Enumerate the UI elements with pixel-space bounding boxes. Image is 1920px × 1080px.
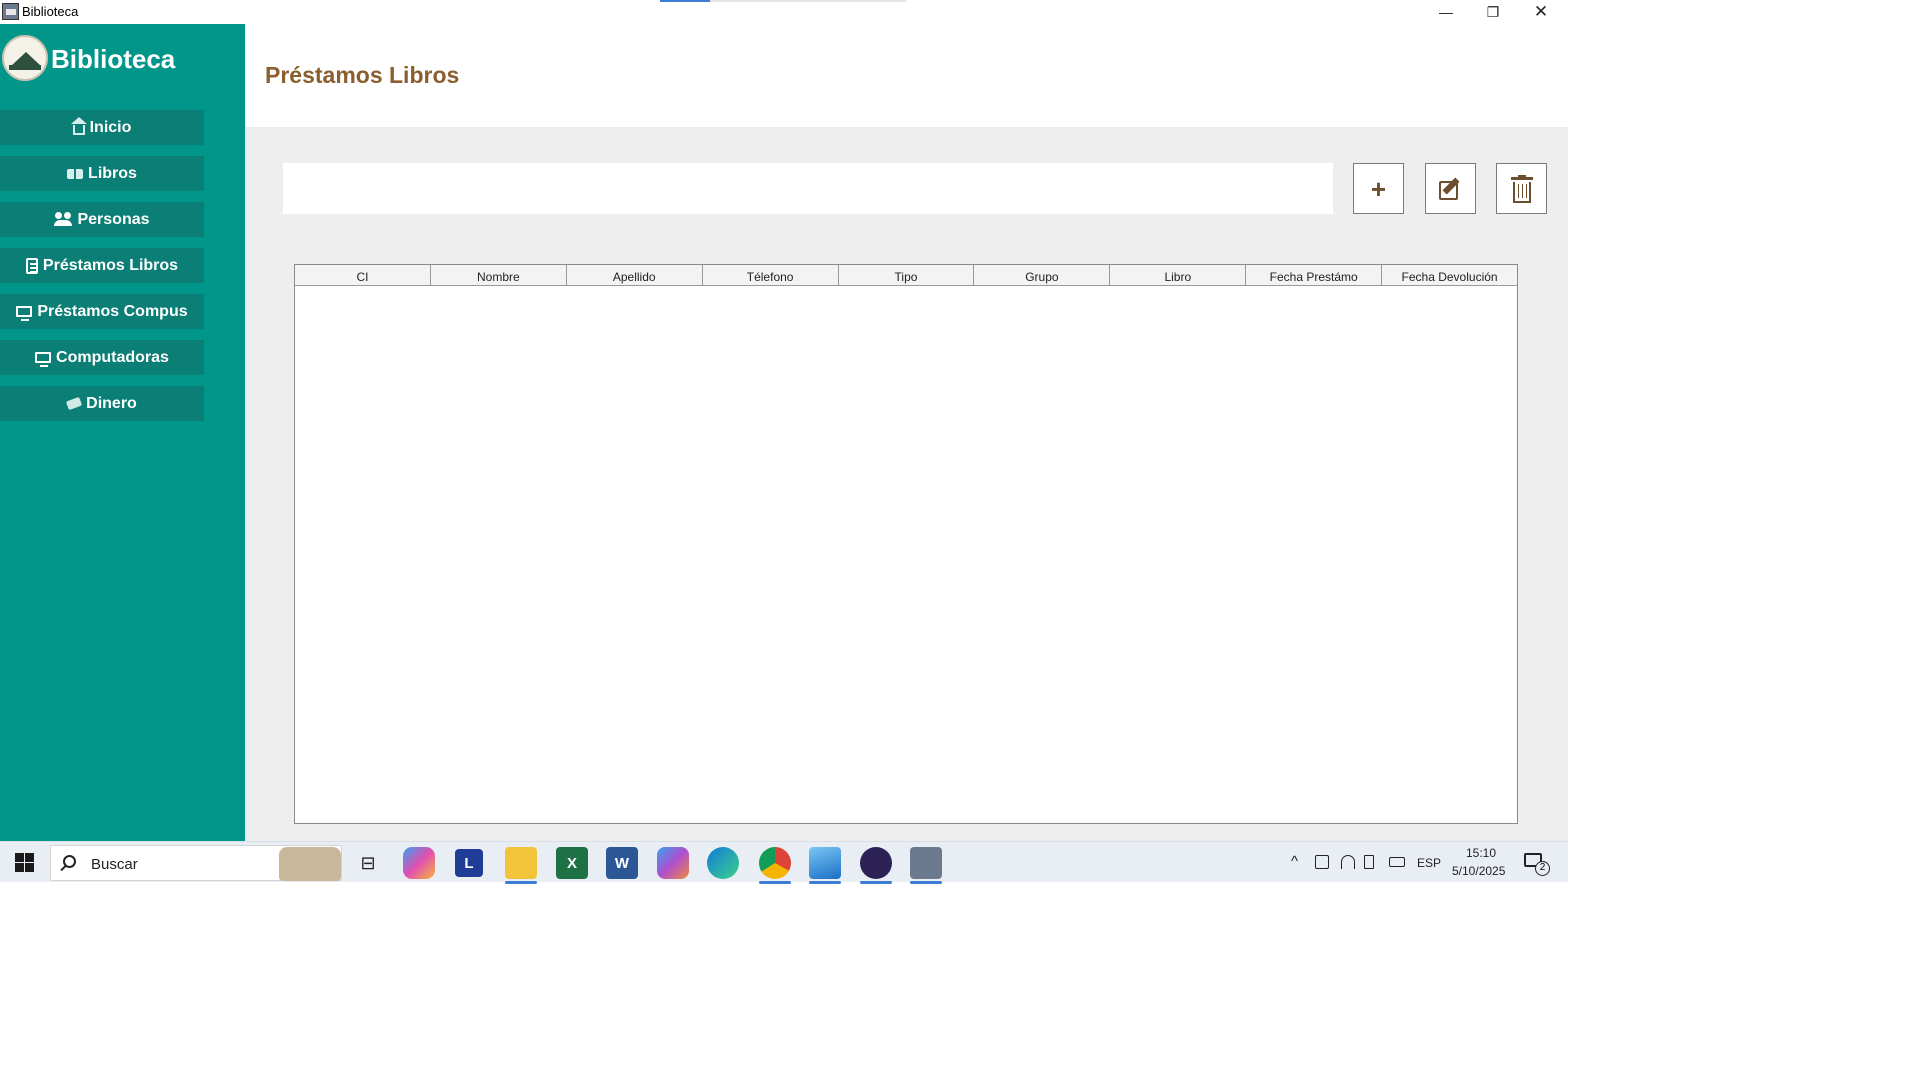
column-header-telefono[interactable]: Télefono <box>703 265 839 285</box>
window-titlebar: Biblioteca — ❐ ✕ <box>0 0 1568 24</box>
task-view-icon: ⊟ <box>360 852 376 873</box>
language-indicator[interactable]: ESP <box>1417 856 1441 870</box>
sidebar-item-label: Préstamos Compus <box>37 302 188 320</box>
photos-app[interactable] <box>809 847 841 884</box>
edit-icon <box>1438 177 1463 201</box>
book-icon <box>67 168 84 179</box>
sidebar-item-label: Préstamos Libros <box>42 256 179 274</box>
table-header: CI Nombre Apellido Télefono Tipo Grupo L… <box>295 265 1517 286</box>
minimize-button[interactable]: — <box>1423 0 1469 24</box>
column-header-ci[interactable]: CI <box>295 265 431 285</box>
plus-icon: + <box>1370 173 1387 204</box>
loans-table[interactable]: CI Nombre Apellido Télefono Tipo Grupo L… <box>294 264 1518 824</box>
sidebar-item-computadoras[interactable]: Computadoras <box>0 340 204 375</box>
sidebar-item-label: Computadoras <box>56 348 169 366</box>
column-header-tipo[interactable]: Tipo <box>839 265 975 285</box>
column-header-nombre[interactable]: Nombre <box>431 265 567 285</box>
close-icon: ✕ <box>1533 2 1549 21</box>
sidebar: Biblioteca Inicio Libros Personas Présta… <box>0 24 245 841</box>
file-explorer-app[interactable] <box>505 847 537 884</box>
word-app[interactable]: W <box>606 847 638 879</box>
sidebar-item-prestamos-libros[interactable]: Préstamos Libros <box>0 248 204 283</box>
tray-overflow-icon[interactable]: ^ <box>1291 853 1298 870</box>
column-header-grupo[interactable]: Grupo <box>974 265 1111 285</box>
word-icon: W <box>614 854 630 872</box>
task-view-button[interactable]: ⊟ <box>352 847 384 879</box>
main-content: + CI Nombre Apellido Télefono Tipo Grupo… <box>245 127 1568 841</box>
restore-icon: ❐ <box>1486 3 1500 20</box>
excel-app[interactable]: X <box>556 847 588 879</box>
column-header-fecha-devolucion[interactable]: Fecha Devolución <box>1382 265 1517 285</box>
minimize-icon: — <box>1439 4 1453 20</box>
lexicon-icon: L <box>464 854 474 872</box>
maximize-button[interactable]: ❐ <box>1470 0 1516 24</box>
sidebar-item-label: Inicio <box>89 118 132 136</box>
search-highlight-image <box>279 847 341 881</box>
sidebar-item-libros[interactable]: Libros <box>0 156 204 191</box>
notification-center-button[interactable]: 2 <box>1524 853 1550 876</box>
search-icon <box>63 855 76 868</box>
search-input[interactable] <box>283 163 1333 214</box>
trash-icon <box>1510 174 1533 203</box>
biblioteca-app[interactable] <box>910 847 942 884</box>
monitor-icon <box>35 352 52 367</box>
wifi-icon[interactable] <box>1341 855 1355 869</box>
sidebar-item-label: Libros <box>88 164 137 182</box>
library-logo <box>2 35 48 81</box>
page-header: Préstamos Libros <box>245 24 1568 127</box>
start-button[interactable] <box>15 853 34 872</box>
brand-title: Biblioteca <box>51 44 176 74</box>
sidebar-nav: Inicio Libros Personas Préstamos Libros … <box>0 110 204 432</box>
battery-icon[interactable] <box>1389 857 1405 867</box>
excel-icon: X <box>566 854 577 872</box>
eclipse-app[interactable] <box>860 847 892 884</box>
app-icon <box>2 3 19 20</box>
money-icon <box>66 396 83 411</box>
sidebar-item-prestamos-compus[interactable]: Préstamos Compus <box>0 294 204 329</box>
column-header-libro[interactable]: Libro <box>1110 265 1247 285</box>
sidebar-item-inicio[interactable]: Inicio <box>0 110 204 145</box>
sidebar-item-label: Personas <box>77 210 150 228</box>
add-button[interactable]: + <box>1353 163 1404 214</box>
volume-muted-icon[interactable] <box>1364 855 1374 869</box>
sidebar-item-label: Dinero <box>86 394 137 412</box>
clock-time[interactable]: 15:10 <box>1466 846 1496 860</box>
taskbar-search-label: Buscar <box>91 856 138 873</box>
monitor-icon <box>16 306 33 321</box>
close-button[interactable]: ✕ <box>1518 0 1564 24</box>
clipboard-icon <box>25 257 38 274</box>
edge-app[interactable] <box>707 847 739 879</box>
delete-button[interactable] <box>1496 163 1547 214</box>
window-title: Biblioteca <box>22 4 79 19</box>
sidebar-item-personas[interactable]: Personas <box>0 202 204 237</box>
clock-date[interactable]: 5/10/2025 <box>1452 864 1505 878</box>
copilot-app[interactable] <box>403 847 435 879</box>
edit-button[interactable] <box>1425 163 1476 214</box>
notification-count: 2 <box>1535 861 1550 876</box>
taskbar: Buscar ⊟ L X W ^ ESP 15:10 5/10/2025 2 <box>0 841 1568 884</box>
onedrive-icon[interactable] <box>1315 855 1329 869</box>
m365-app[interactable] <box>657 847 689 879</box>
chrome-app[interactable] <box>759 847 791 884</box>
column-header-apellido[interactable]: Apellido <box>567 265 703 285</box>
sidebar-item-dinero[interactable]: Dinero <box>0 386 204 421</box>
lexicon-app[interactable]: L <box>455 849 483 877</box>
page-title: Préstamos Libros <box>265 62 460 88</box>
loading-indicator <box>660 0 906 2</box>
people-icon <box>54 211 73 228</box>
home-icon <box>70 116 87 135</box>
column-header-fecha-prestamo[interactable]: Fecha Prestámo <box>1246 265 1383 285</box>
taskbar-search[interactable]: Buscar <box>50 845 342 881</box>
